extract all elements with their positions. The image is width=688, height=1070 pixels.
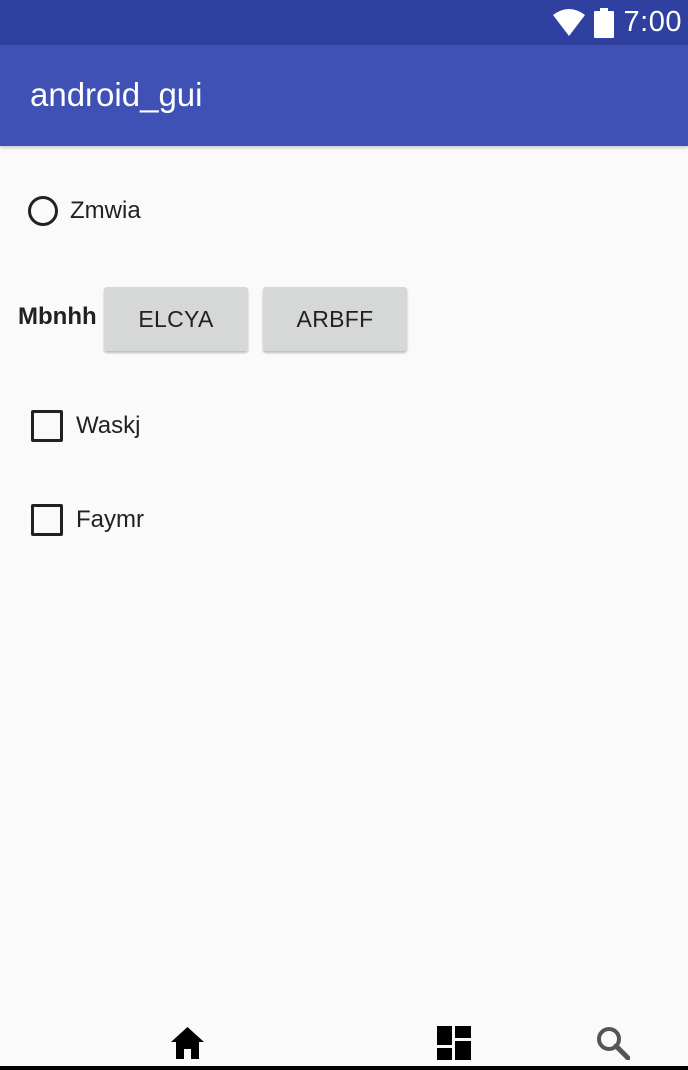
button-row-label: Mbnhh <box>18 303 97 330</box>
checkbox-faymr[interactable]: Faymr <box>31 503 144 537</box>
app-bar: android_gui <box>0 45 688 146</box>
status-time: 7:00 <box>623 6 682 38</box>
checkbox-label: Faymr <box>76 506 144 533</box>
home-icon[interactable] <box>170 1026 205 1060</box>
search-icon[interactable] <box>596 1026 630 1060</box>
status-indicators: 7:00 <box>552 0 682 45</box>
dashboard-icon[interactable] <box>437 1026 471 1060</box>
checkbox-label: Waskj <box>76 412 141 439</box>
status-bar: 7:00 <box>0 0 688 45</box>
nav-bottom-divider <box>0 1066 688 1070</box>
checkbox-waskj[interactable]: Waskj <box>31 409 140 443</box>
screen: 7:00 android_gui Zmwia Mbnhh ELCYA ARBFF… <box>0 0 688 1070</box>
elcya-button[interactable]: ELCYA <box>104 287 248 351</box>
wifi-icon <box>552 8 585 36</box>
checkbox-box-icon[interactable] <box>31 410 63 442</box>
radio-zmwia[interactable]: Zmwia <box>28 192 141 230</box>
bottom-nav <box>0 1018 688 1070</box>
radio-label: Zmwia <box>70 197 141 224</box>
radio-circle-icon[interactable] <box>28 196 58 226</box>
app-title: android_gui <box>30 76 203 113</box>
checkbox-box-icon[interactable] <box>31 504 63 536</box>
arbff-button[interactable]: ARBFF <box>263 287 407 351</box>
battery-icon <box>593 7 614 38</box>
